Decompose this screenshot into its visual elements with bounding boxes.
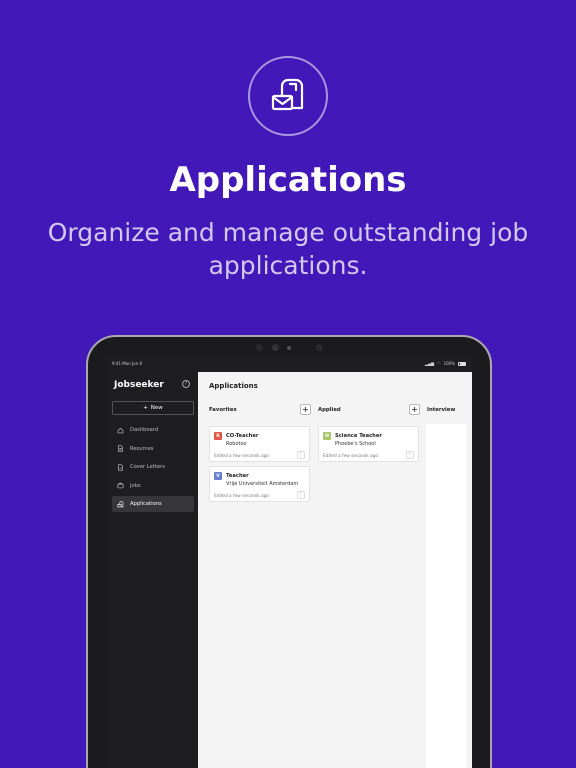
card-edited: Edited a few seconds ago xyxy=(214,493,270,499)
add-card-button[interactable]: + xyxy=(409,404,420,415)
sidebar-item-label: Resumes xyxy=(130,445,154,452)
sidebar-item-resumes[interactable]: Resumes xyxy=(112,441,194,457)
camera-dot xyxy=(287,346,291,350)
battery-icon xyxy=(458,361,466,366)
briefcase-icon xyxy=(117,482,124,489)
column-title: Applied xyxy=(318,407,341,413)
sidebar-nav: Dashboard Resumes Cover Letters Jobs App… xyxy=(112,422,194,515)
sidebar-item-label: Cover Letters xyxy=(130,464,165,470)
status-bar: 9:41 Mon Jun 6 ▂▄▆ ◠ 100% xyxy=(106,356,472,372)
status-right: ▂▄▆ ◠ 100% xyxy=(425,361,466,366)
sidebar-item-jobs[interactable]: Jobs xyxy=(112,478,194,494)
main-content: Applications Favorites + R CO-Teacher Ro… xyxy=(198,372,472,768)
wifi-icon: ◠ xyxy=(437,361,441,366)
column-header: Interview xyxy=(427,404,472,416)
camera-dot xyxy=(272,344,279,351)
camera-dot xyxy=(316,344,323,351)
document-icon xyxy=(118,445,123,452)
sidebar: Jobseeker ? + New Dashboard Resumes Cove… xyxy=(106,372,198,768)
column-title: Favorites xyxy=(209,407,237,413)
application-card[interactable]: V Teacher Vrije Universiteit Amsterdam E… xyxy=(209,466,310,502)
sidebar-item-label: Jobs xyxy=(130,482,141,489)
mailbox-icon xyxy=(117,500,124,507)
interview-column-body xyxy=(426,424,466,768)
sidebar-item-cover-letters[interactable]: Cover Letters xyxy=(112,459,194,475)
letter-icon xyxy=(118,463,123,471)
card-company: Phoebe's School xyxy=(335,440,376,447)
page-title: Applications xyxy=(209,382,258,390)
home-icon xyxy=(117,427,124,433)
tablet-device: 9:41 Mon Jun 6 ▂▄▆ ◠ 100% Jobseeker ? + … xyxy=(86,335,492,768)
card-title: Teacher xyxy=(226,472,249,479)
card-title: CO-Teacher xyxy=(226,432,259,439)
card-edited: Edited a few seconds ago xyxy=(214,453,270,459)
card-company: Vrije Universiteit Amsterdam xyxy=(226,480,299,487)
hero-mailbox-icon xyxy=(248,56,328,136)
more-icon[interactable]: ⋮ xyxy=(406,451,414,459)
app-screen: 9:41 Mon Jun 6 ▂▄▆ ◠ 100% Jobseeker ? + … xyxy=(106,356,472,768)
new-button[interactable]: + New xyxy=(112,401,194,415)
new-button-label: New xyxy=(150,405,163,411)
hero-title: Applications xyxy=(169,160,407,200)
card-company: Robotoo xyxy=(226,440,247,447)
camera-dot xyxy=(256,344,263,351)
sidebar-item-label: Dashboard xyxy=(130,427,159,433)
column-title: Interview xyxy=(427,407,456,413)
more-icon[interactable]: ⋮ xyxy=(297,491,305,499)
column-favorites: Favorites + R CO-Teacher Robotoo Edited … xyxy=(209,404,311,768)
card-title: Science Teacher xyxy=(335,432,382,439)
plus-icon: + xyxy=(143,405,148,411)
sidebar-item-applications[interactable]: Applications xyxy=(112,496,194,512)
application-card[interactable]: H Science Teacher Phoebe's School Edited… xyxy=(318,426,419,462)
brand-logo: Jobseeker xyxy=(114,380,164,390)
company-badge: H xyxy=(323,432,331,440)
column-applied: Applied + H Science Teacher Phoebe's Sch… xyxy=(318,404,420,768)
battery-label: 100% xyxy=(443,361,455,366)
company-badge: R xyxy=(214,432,222,440)
sidebar-item-label: Applications xyxy=(130,501,162,507)
column-header: Applied + xyxy=(318,404,420,416)
column-header: Favorites + xyxy=(209,404,311,416)
help-icon[interactable]: ? xyxy=(182,380,190,388)
sidebar-item-dashboard[interactable]: Dashboard xyxy=(112,422,194,438)
company-badge: V xyxy=(214,472,222,480)
more-icon[interactable]: ⋮ xyxy=(297,451,305,459)
card-edited: Edited a few seconds ago xyxy=(323,453,379,459)
signal-icon: ▂▄▆ xyxy=(424,361,435,366)
hero-subtitle: Organize and manage outstanding job appl… xyxy=(47,218,529,280)
status-time: 9:41 Mon Jun 6 xyxy=(112,361,143,366)
application-card[interactable]: R CO-Teacher Robotoo Edited a few second… xyxy=(209,426,310,462)
add-card-button[interactable]: + xyxy=(300,404,311,415)
